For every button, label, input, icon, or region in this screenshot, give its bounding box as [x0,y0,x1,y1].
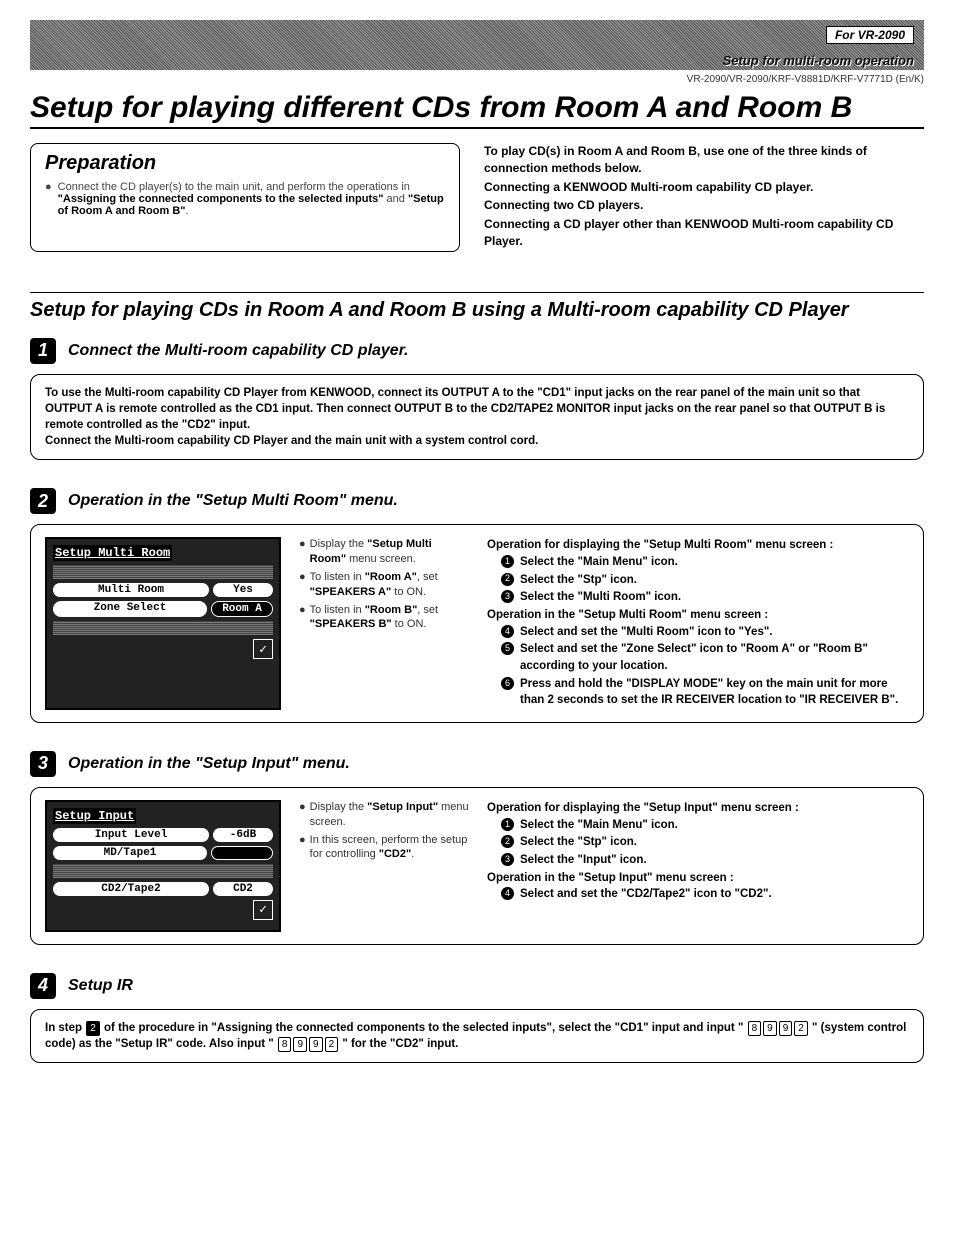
intro-text: To play CD(s) in Room A and Room B, use … [484,143,924,252]
header-strip: For VR-2090 Setup for multi-room operati… [30,20,924,70]
step3-operations: Operation for displaying the "Setup Inpu… [487,800,909,932]
step2-operations: Operation for displaying the "Setup Mult… [487,537,909,710]
osd-cd2tape2-label: CD2/Tape2 [53,882,209,896]
step3-mid-notes: ●Display the "Setup Input" menu screen. … [299,800,469,932]
step1-info-box: To use the Multi-room capability CD Play… [30,374,924,460]
page-title: Setup for playing different CDs from Roo… [30,91,924,129]
osd-multi-room-label: Multi Room [53,583,209,597]
osd-mdtape1-label: MD/Tape1 [53,846,207,860]
keycap-icon: 9 [763,1021,777,1036]
osd-mdtape1-value [211,846,273,860]
preparation-heading: Preparation [45,152,445,175]
osd-input-level-value: -6dB [213,828,273,842]
step-title-4: Setup IR [68,977,133,995]
step-number-4: 4 [30,973,56,999]
model-line: VR-2090/VR-2090/KRF-V8881D/KRF-V7771D (E… [30,74,924,85]
step-title-3: Operation in the "Setup Input" menu. [68,755,350,773]
osd-cd2tape2-value: CD2 [213,882,273,896]
check-icon: ✓ [253,900,273,920]
keycap-icon: 9 [293,1037,307,1052]
sub-title: Setup for playing CDs in Room A and Room… [30,292,924,322]
step-title-2: Operation in the "Setup Multi Room" menu… [68,492,398,510]
bullet-icon: ● [45,181,52,217]
step-title-1: Connect the Multi-room capability CD pla… [68,342,409,360]
step3-block: Setup Input Input Level -6dB MD/Tape1 CD… [30,787,924,945]
model-badge: For VR-2090 [826,26,914,44]
preparation-text: Connect the CD player(s) to the main uni… [58,181,445,217]
osd-multi-room-value: Yes [213,583,273,597]
osd-screen-multi-room: Setup Multi Room Multi Room Yes Zone Sel… [45,537,281,710]
keycap-icon: 8 [748,1021,762,1036]
keycap-icon: 9 [309,1037,323,1052]
step-number-3: 3 [30,751,56,777]
step-number-1: 1 [30,338,56,364]
osd-zone-select-label: Zone Select [53,601,207,617]
step2-block: Setup Multi Room Multi Room Yes Zone Sel… [30,524,924,723]
keycap-icon: 8 [278,1037,292,1052]
header-subtitle: Setup for multi-room operation [723,53,914,68]
step-number-2: 2 [30,488,56,514]
keycap-icon: 2 [794,1021,808,1036]
osd-screen-setup-input: Setup Input Input Level -6dB MD/Tape1 CD… [45,800,281,932]
keycap-icon: 2 [325,1037,339,1052]
keycap-icon: 9 [779,1021,793,1036]
osd-input-level-label: Input Level [53,828,209,842]
preparation-box: Preparation ● Connect the CD player(s) t… [30,143,460,252]
step2-mid-notes: ●Display the "Setup Multi Room" menu scr… [299,537,469,710]
check-icon: ✓ [253,639,273,659]
osd-zone-select-value: Room A [211,601,273,617]
step4-info-box: In step 2 of the procedure in "Assigning… [30,1009,924,1063]
